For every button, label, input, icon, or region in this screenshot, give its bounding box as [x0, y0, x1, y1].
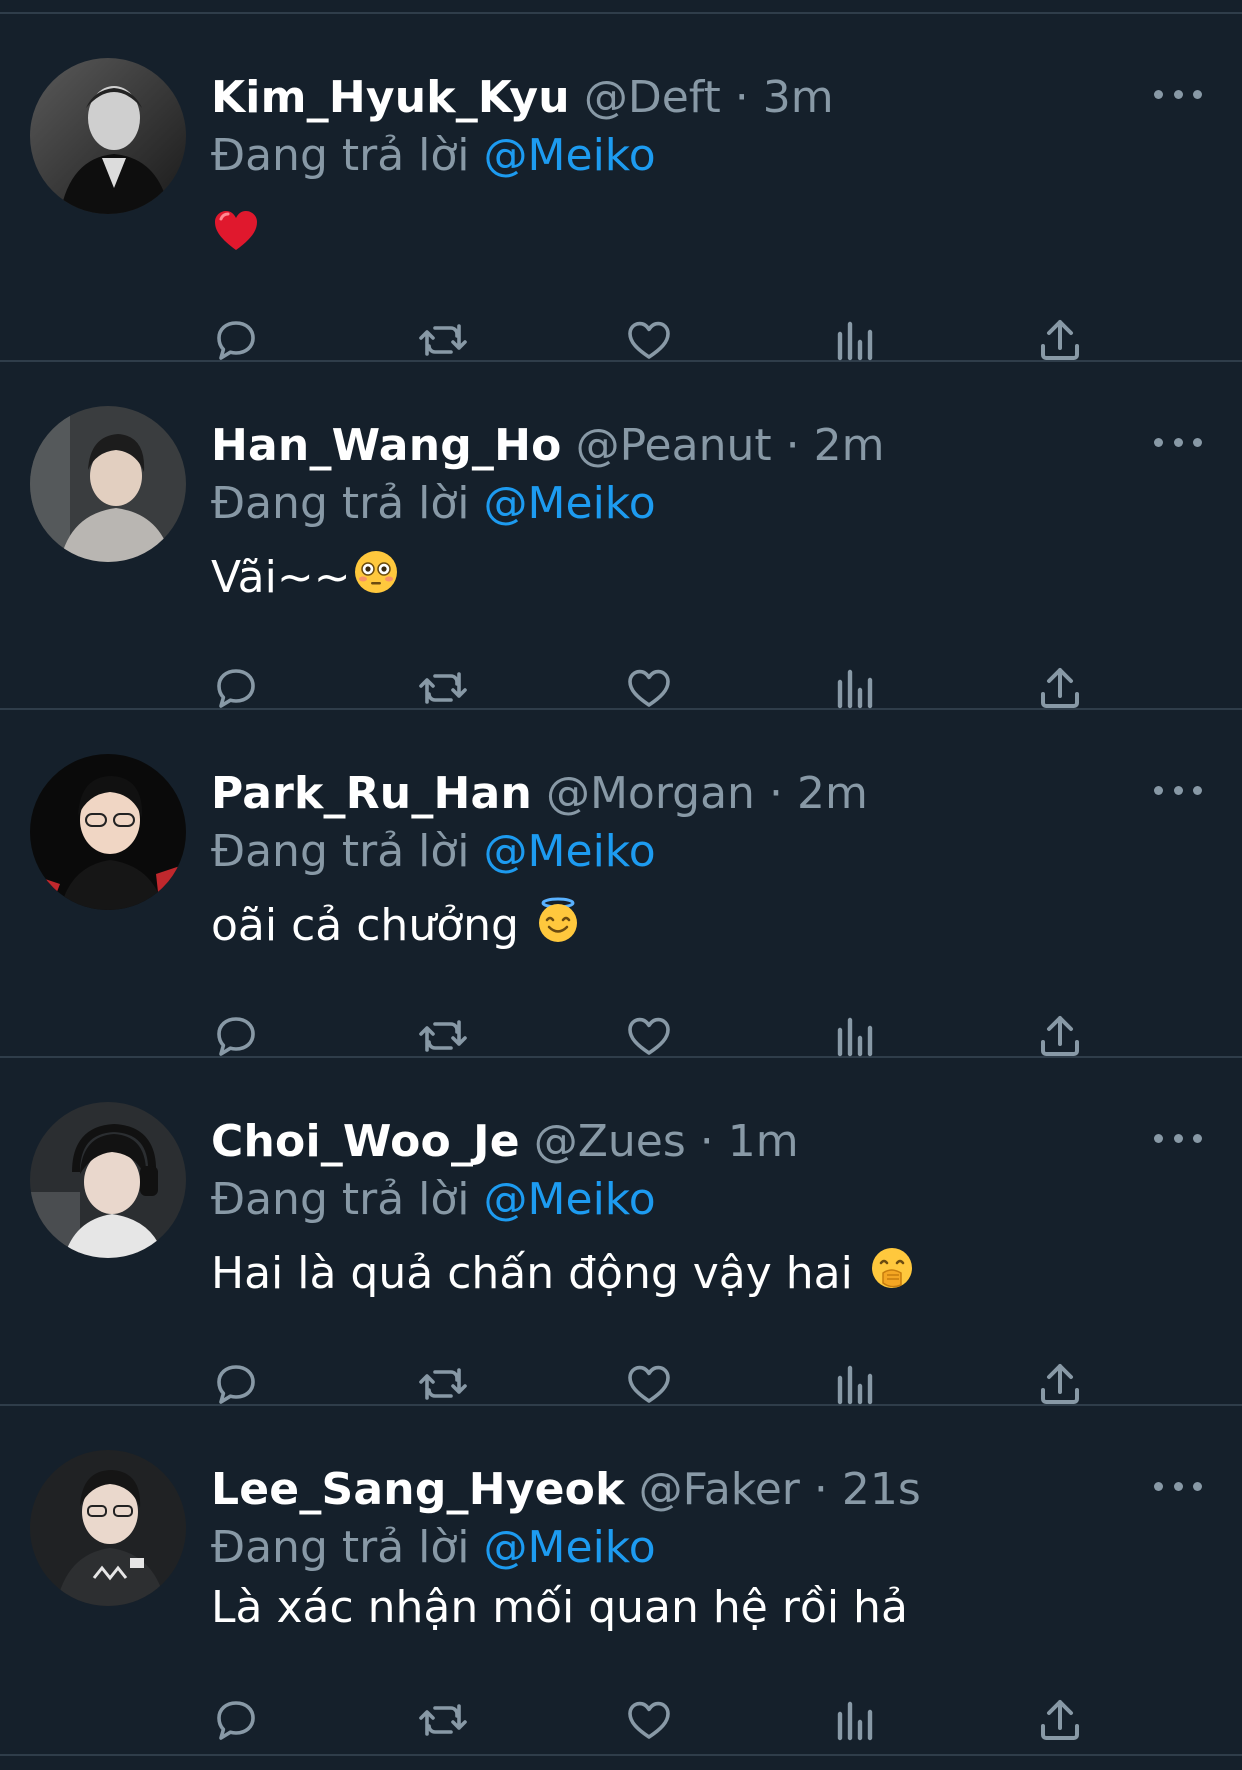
replying-to: Đang trả lời @Meiko: [211, 1172, 656, 1228]
reply-icon[interactable]: [208, 312, 264, 368]
tweet-text-content: Là xác nhận mối quan hệ rồi hả: [211, 1582, 908, 1633]
retweet-icon[interactable]: [415, 1356, 471, 1412]
share-icon[interactable]: [1032, 1692, 1088, 1748]
more-options-icon[interactable]: [1154, 780, 1202, 800]
user-handle[interactable]: @Morgan: [546, 768, 755, 819]
replying-to-label: Đang trả lời: [211, 1174, 470, 1225]
tweet-actions: [0, 1356, 1242, 1412]
share-icon[interactable]: [1032, 312, 1088, 368]
more-options-icon[interactable]: [1154, 432, 1202, 452]
like-icon[interactable]: [621, 1008, 677, 1064]
separator-dot: ·: [699, 1116, 714, 1167]
avatar[interactable]: [30, 754, 186, 910]
top-divider: [0, 0, 1242, 14]
tweet-text: Vãi~~: [211, 548, 399, 611]
replying-to: Đang trả lời @Meiko: [211, 476, 656, 532]
replying-to-label: Đang trả lời: [211, 826, 470, 877]
separator-dot: ·: [734, 72, 749, 123]
display-name[interactable]: Kim_Hyuk_Kyu: [211, 72, 570, 123]
tweet-text-content: oãi cả chưởng: [211, 900, 519, 951]
retweet-icon[interactable]: [415, 312, 471, 368]
more-options-icon[interactable]: [1154, 1476, 1202, 1496]
timestamp[interactable]: 2m: [814, 420, 885, 471]
like-icon[interactable]: [621, 1356, 677, 1412]
separator-dot: ·: [785, 420, 800, 471]
replying-to: Đang trả lời @Meiko: [211, 824, 656, 880]
tweet-card[interactable]: Choi_Woo_Je @Zues · 1m Đang trả lời @Mei…: [0, 1058, 1242, 1406]
tweet-text: oãi cả chưởng: [211, 896, 581, 959]
share-icon[interactable]: [1032, 660, 1088, 716]
tweet-header: Lee_Sang_Hyeok @Faker · 21s: [211, 1462, 921, 1518]
tweet-card[interactable]: Kim_Hyuk_Kyu @Deft · 3m Đang trả lời @Me…: [0, 14, 1242, 362]
timestamp[interactable]: 21s: [842, 1464, 921, 1515]
mention-link[interactable]: @Meiko: [484, 1522, 656, 1573]
display-name[interactable]: Han_Wang_Ho: [211, 420, 562, 471]
face-with-hand-over-mouth-icon: [869, 1245, 915, 1307]
tweet-header: Han_Wang_Ho @Peanut · 2m: [211, 418, 884, 474]
smiling-face-with-halo-icon: [535, 897, 581, 959]
timestamp[interactable]: 3m: [763, 72, 834, 123]
mention-link[interactable]: @Meiko: [484, 130, 656, 181]
views-icon[interactable]: [828, 1692, 884, 1748]
tweet-text-content: Vãi~~: [211, 552, 351, 603]
reply-icon[interactable]: [208, 1692, 264, 1748]
more-options-icon[interactable]: [1154, 1128, 1202, 1148]
views-icon[interactable]: [828, 1008, 884, 1064]
display-name[interactable]: Choi_Woo_Je: [211, 1116, 520, 1167]
reply-icon[interactable]: [208, 1008, 264, 1064]
reply-icon[interactable]: [208, 1356, 264, 1412]
replying-to-label: Đang trả lời: [211, 130, 470, 181]
tweet-text-content: Hai là quả chấn động vậy hai: [211, 1248, 853, 1299]
views-icon[interactable]: [828, 1356, 884, 1412]
share-icon[interactable]: [1032, 1356, 1088, 1412]
tweet-actions: [0, 660, 1242, 716]
user-handle[interactable]: @Deft: [584, 72, 721, 123]
mention-link[interactable]: @Meiko: [484, 1174, 656, 1225]
replying-to: Đang trả lời @Meiko: [211, 1520, 656, 1576]
tweet-actions: [0, 312, 1242, 368]
reply-icon[interactable]: [208, 660, 264, 716]
retweet-icon[interactable]: [415, 1008, 471, 1064]
replying-to-label: Đang trả lời: [211, 1522, 470, 1573]
separator-dot: ·: [813, 1464, 828, 1515]
share-icon[interactable]: [1032, 1008, 1088, 1064]
mention-link[interactable]: @Meiko: [484, 826, 656, 877]
views-icon[interactable]: [828, 312, 884, 368]
user-handle[interactable]: @Zues: [534, 1116, 686, 1167]
display-name[interactable]: Lee_Sang_Hyeok: [211, 1464, 625, 1515]
tweet-actions: [0, 1008, 1242, 1064]
more-options-icon[interactable]: [1154, 84, 1202, 104]
user-handle[interactable]: @Peanut: [576, 420, 772, 471]
flushed-face-icon: [353, 549, 399, 611]
separator-dot: ·: [768, 768, 783, 819]
tweet-header: Park_Ru_Han @Morgan · 2m: [211, 766, 868, 822]
avatar[interactable]: [30, 1450, 186, 1606]
tweet-text: [211, 208, 259, 271]
timestamp[interactable]: 1m: [728, 1116, 799, 1167]
timestamp[interactable]: 2m: [797, 768, 868, 819]
like-icon[interactable]: [621, 1692, 677, 1748]
replying-to: Đang trả lời @Meiko: [211, 128, 656, 184]
user-handle[interactable]: @Faker: [639, 1464, 800, 1515]
tweet-header: Choi_Woo_Je @Zues · 1m: [211, 1114, 799, 1170]
tweet-card[interactable]: Lee_Sang_Hyeok @Faker · 21s Đang trả lời…: [0, 1406, 1242, 1756]
views-icon[interactable]: [828, 660, 884, 716]
avatar[interactable]: [30, 406, 186, 562]
avatar[interactable]: [30, 1102, 186, 1258]
replying-to-label: Đang trả lời: [211, 478, 470, 529]
tweet-actions: [0, 1692, 1242, 1748]
red-heart-icon: [213, 209, 259, 271]
tweet-card[interactable]: Park_Ru_Han @Morgan · 2m Đang trả lời @M…: [0, 710, 1242, 1058]
like-icon[interactable]: [621, 660, 677, 716]
tweet-text: Hai là quả chấn động vậy hai: [211, 1244, 915, 1307]
display-name[interactable]: Park_Ru_Han: [211, 768, 532, 819]
like-icon[interactable]: [621, 312, 677, 368]
mention-link[interactable]: @Meiko: [484, 478, 656, 529]
tweet-card[interactable]: Han_Wang_Ho @Peanut · 2m Đang trả lời @M…: [0, 362, 1242, 710]
tweet-text: Là xác nhận mối quan hệ rồi hả: [211, 1578, 908, 1638]
retweet-icon[interactable]: [415, 660, 471, 716]
avatar[interactable]: [30, 58, 186, 214]
retweet-icon[interactable]: [415, 1692, 471, 1748]
tweet-header: Kim_Hyuk_Kyu @Deft · 3m: [211, 70, 834, 126]
